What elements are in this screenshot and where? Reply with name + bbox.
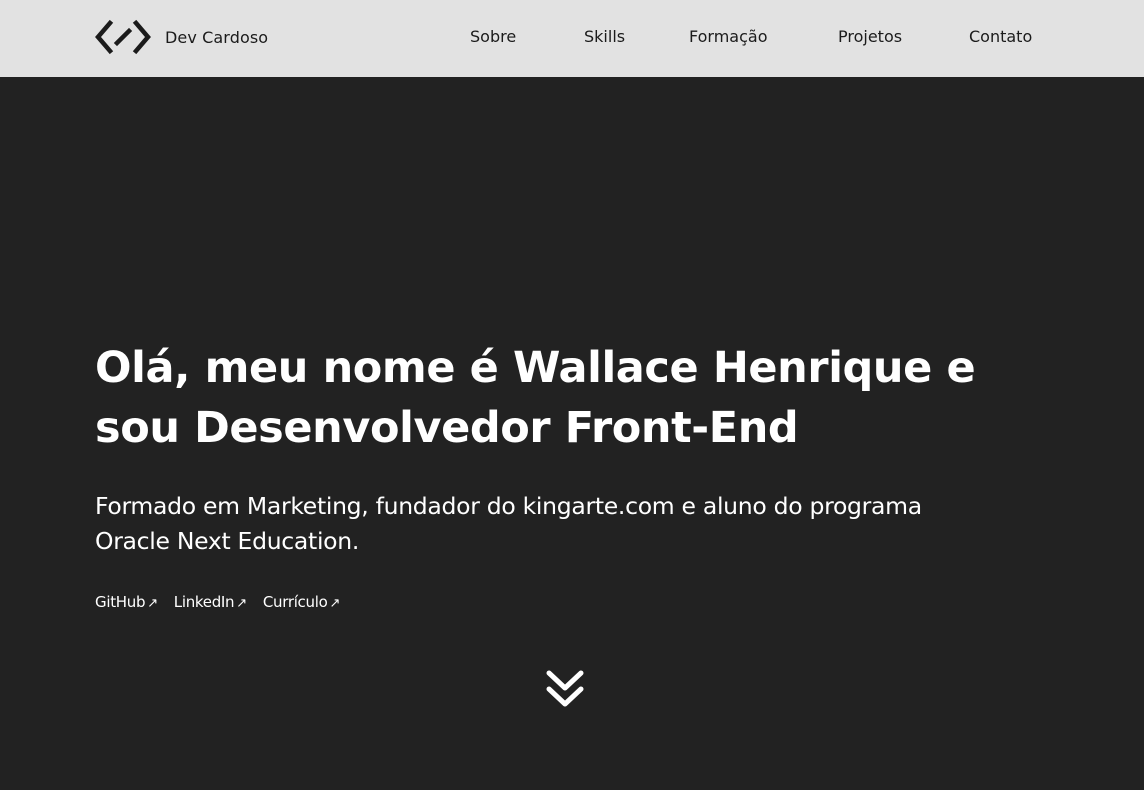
social-links: GitHub ↗ LinkedIn ↗ Currículo ↗ xyxy=(95,593,1075,611)
hero-title-line-2: sou Desenvolvedor Front-End xyxy=(95,403,799,453)
hero-title: Olá, meu nome é Wallace Henrique e sou D… xyxy=(95,338,1075,458)
hero-title-line-1: Olá, meu nome é Wallace Henrique e xyxy=(95,343,976,393)
external-arrow-icon: ↗ xyxy=(236,596,247,611)
external-arrow-icon: ↗ xyxy=(329,596,341,611)
linkedin-link-label: LinkedIn xyxy=(173,593,235,611)
hero-subtitle-line-2: Oracle Next Education. xyxy=(95,527,360,555)
nav-item-sobre[interactable]: Sobre xyxy=(470,27,516,46)
hero-subtitle-line-1: Formado em Marketing, fundador do kingar… xyxy=(95,492,922,520)
nav-item-projetos[interactable]: Projetos xyxy=(838,27,902,46)
curriculo-link-label: Currículo xyxy=(262,593,328,611)
github-link-label: GitHub xyxy=(95,593,146,611)
github-link[interactable]: GitHub ↗ xyxy=(95,593,158,611)
nav-item-skills[interactable]: Skills xyxy=(584,27,625,46)
site-header: Dev Cardoso Sobre Skills Formação Projet… xyxy=(0,0,1144,77)
linkedin-link[interactable]: LinkedIn ↗ xyxy=(174,593,247,611)
double-chevron-down-icon xyxy=(545,670,585,714)
hero-section: Olá, meu nome é Wallace Henrique e sou D… xyxy=(95,338,1075,611)
nav-item-formacao[interactable]: Formação xyxy=(689,27,768,46)
scroll-down-button[interactable] xyxy=(545,668,585,710)
hero-subtitle: Formado em Marketing, fundador do kingar… xyxy=(95,489,995,559)
nav-item-contato[interactable]: Contato xyxy=(969,27,1032,46)
curriculo-link[interactable]: Currículo ↗ xyxy=(262,593,341,611)
main-nav: Sobre Skills Formação Projetos Contato xyxy=(0,0,1144,77)
external-arrow-icon: ↗ xyxy=(147,596,158,611)
